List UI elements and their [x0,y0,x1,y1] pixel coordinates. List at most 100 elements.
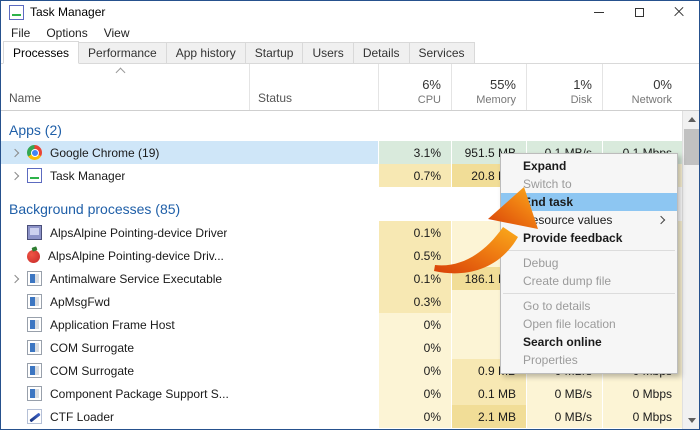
window-title: Task Manager [30,5,105,19]
menu-options[interactable]: Options [38,24,95,42]
status-cell [249,221,378,244]
cpu-value: 0.1% [378,221,451,244]
tab-processes[interactable]: Processes [3,41,79,64]
tab-services[interactable]: Services [409,42,475,63]
triangle-up-icon [688,117,696,122]
status-cell [249,359,378,382]
tab-users[interactable]: Users [302,42,353,63]
cpu-value: 0% [378,313,451,336]
menu-view[interactable]: View [96,24,138,42]
close-button[interactable] [659,1,699,23]
column-name[interactable]: Name [1,64,249,110]
disk-value: 0 MB/s [526,382,602,405]
monitor-icon [27,225,42,240]
status-cell [249,244,378,267]
window-controls [579,1,699,23]
process-row[interactable]: Component Package Support S...0%0.1 MB0 … [1,382,682,405]
cpu-value: 3.1% [378,141,451,164]
memory-total-percent: 55% [490,77,516,92]
menu-separator [503,293,675,294]
memory-value: 2.1 MB [451,405,526,428]
network-value: 0 Mbps [602,405,682,428]
window-icon [27,294,42,309]
column-status[interactable]: Status [249,64,378,110]
column-cpu-label: CPU [418,94,441,106]
context-menu: ExpandSwitch toEnd taskResource valuesPr… [500,153,678,374]
ctx-go-to-details[interactable]: Go to details [501,297,677,315]
pen-icon [27,409,42,424]
status-cell [249,164,378,187]
section-header: Apps (2) [1,119,682,141]
process-row[interactable]: CTF Loader 0%2.1 MB0 MB/s0 Mbps [1,405,682,428]
process-name: ApMsgFwd [50,295,110,309]
process-name: AlpsAlpine Pointing-device Driv... [48,249,224,263]
status-cell [249,382,378,405]
cpu-value: 0.7% [378,164,451,187]
column-cpu[interactable]: 6% CPU [378,64,451,110]
window-icon [27,386,42,401]
sort-ascending-icon [116,68,126,78]
menu-file[interactable]: File [3,24,38,42]
task-manager-app-icon [9,5,24,20]
process-name: AlpsAlpine Pointing-device Driver [50,226,227,240]
expand-chevron-icon[interactable] [11,274,19,282]
column-name-label: Name [1,91,249,110]
ctx-create-dump-file[interactable]: Create dump file [501,272,677,290]
tab-app-history[interactable]: App history [166,42,246,63]
tab-details[interactable]: Details [353,42,410,63]
ctx-open-file-location[interactable]: Open file location [501,315,677,333]
cpu-value: 0% [378,382,451,405]
column-headers: Name Status 6% CPU 55% Memory 1% Disk 0%… [1,64,699,111]
disk-total-percent: 1% [573,77,592,92]
ctx-resource-values[interactable]: Resource values [501,211,677,229]
window-icon [27,363,42,378]
ctx-debug[interactable]: Debug [501,254,677,272]
cpu-value: 0% [378,405,451,428]
cpu-value: 0% [378,336,451,359]
process-name: Application Frame Host [50,318,175,332]
menu-separator [503,250,675,251]
scroll-down-button[interactable] [683,412,700,429]
ctx-provide-feedback[interactable]: Provide feedback [501,229,677,247]
process-name: COM Surrogate [50,364,134,378]
process-name: CTF Loader [50,410,114,424]
vertical-scrollbar[interactable] [682,111,699,429]
tab-strip: ProcessesPerformanceApp historyStartupUs… [1,43,699,64]
maximize-button[interactable] [619,1,659,23]
scrollbar-thumb[interactable] [684,129,699,165]
process-name: COM Surrogate [50,341,134,355]
ctx-end-task[interactable]: End task [501,193,677,211]
ctx-expand[interactable]: Expand [501,157,677,175]
ctx-search-online[interactable]: Search online [501,333,677,351]
cpu-value: 0% [378,359,451,382]
minimize-button[interactable] [579,1,619,23]
column-status-label: Status [250,91,378,110]
tab-performance[interactable]: Performance [78,42,167,63]
status-cell [249,290,378,313]
cpu-value: 0.1% [378,267,451,290]
window-icon [27,271,42,286]
taskmgr-icon [27,168,42,183]
process-name: Task Manager [50,169,125,183]
expand-chevron-icon[interactable] [11,171,19,179]
window-icon [27,340,42,355]
status-cell [249,405,378,428]
column-memory[interactable]: 55% Memory [451,64,526,110]
status-cell [249,313,378,336]
ctx-properties[interactable]: Properties [501,351,677,369]
column-disk[interactable]: 1% Disk [526,64,602,110]
tab-startup[interactable]: Startup [245,42,304,63]
title-bar: Task Manager [1,1,699,23]
scroll-up-button[interactable] [683,111,700,128]
expand-chevron-icon[interactable] [11,148,19,156]
process-name: Google Chrome (19) [50,146,159,160]
memory-value: 0.1 MB [451,382,526,405]
column-network-label: Network [632,94,672,106]
ctx-switch-to[interactable]: Switch to [501,175,677,193]
column-network[interactable]: 0% Network [602,64,682,110]
chrome-icon [27,145,42,160]
process-name: Antimalware Service Executable [50,272,222,286]
status-cell [249,267,378,290]
cpu-value: 0.3% [378,290,451,313]
disk-value: 0 MB/s [526,405,602,428]
